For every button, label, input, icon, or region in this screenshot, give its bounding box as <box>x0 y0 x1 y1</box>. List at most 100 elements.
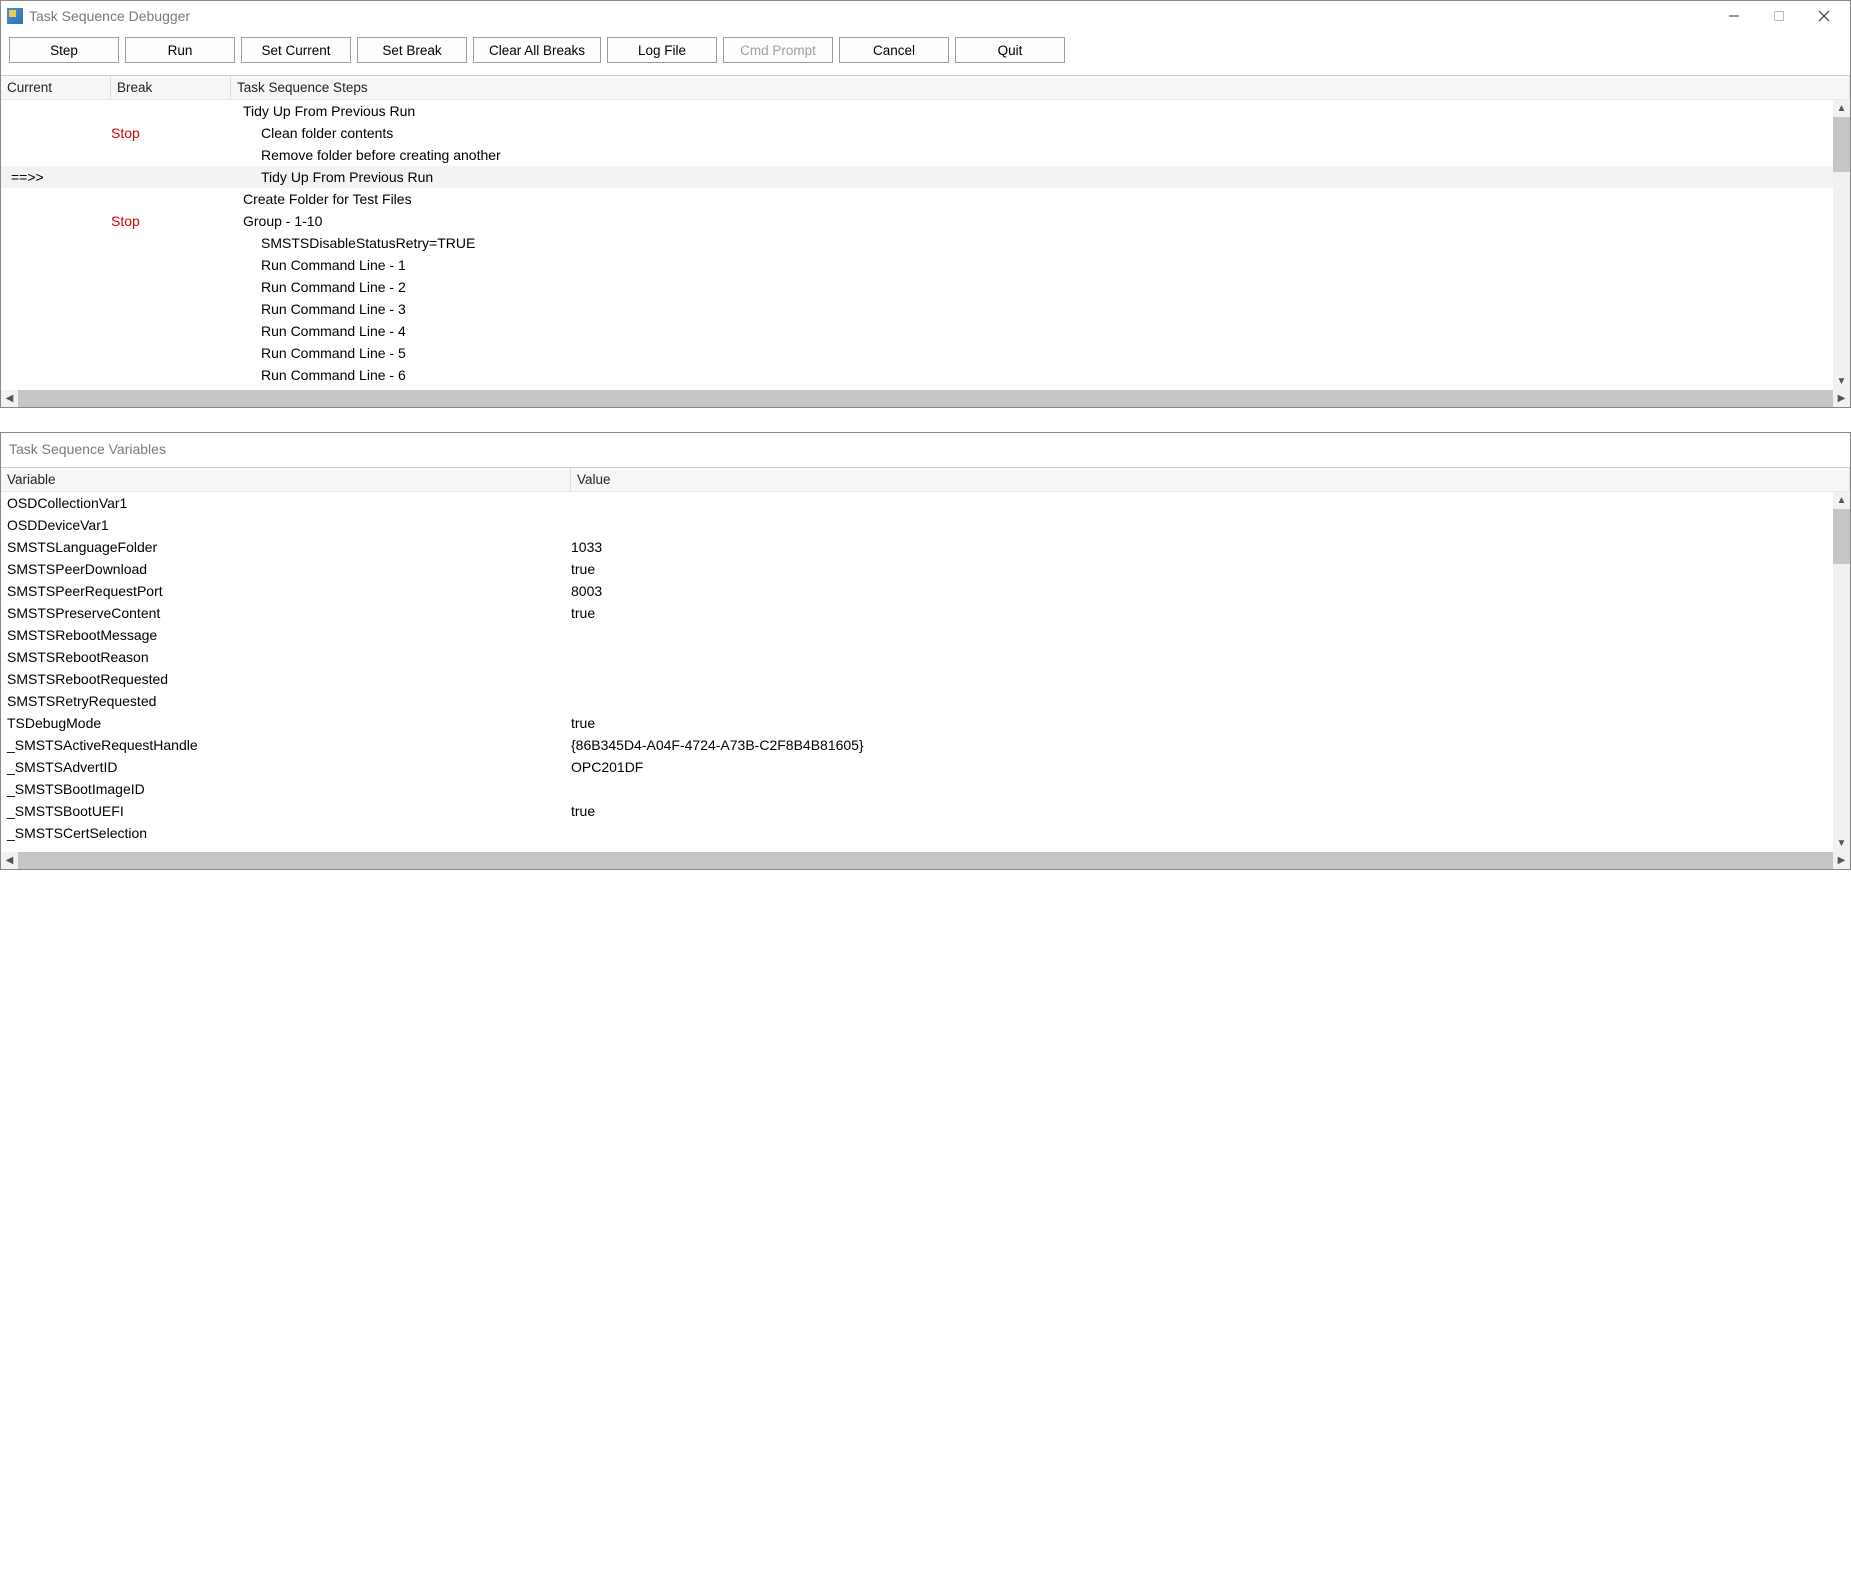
scroll-thumb-h[interactable] <box>18 852 1833 869</box>
scroll-up-icon[interactable]: ▲ <box>1833 492 1850 509</box>
scroll-left-icon[interactable]: ◀ <box>1 390 18 407</box>
variable-name: _SMSTSAdvertID <box>1 759 571 775</box>
variables-window: Task Sequence Variables Variable Value O… <box>0 432 1851 870</box>
step-text: Run Command Line - 6 <box>231 367 1850 383</box>
variable-row[interactable]: _SMSTSActiveRequestHandle{86B345D4-A04F-… <box>1 734 1850 756</box>
set-break-button[interactable]: Set Break <box>357 37 467 63</box>
variable-name: SMSTSPeerRequestPort <box>1 583 571 599</box>
variable-row[interactable]: SMSTSRebootMessage <box>1 624 1850 646</box>
step-text: Run Command Line - 4 <box>231 323 1850 339</box>
col-variable[interactable]: Variable <box>1 468 571 491</box>
variable-row[interactable]: TSDebugModetrue <box>1 712 1850 734</box>
variable-value: OPC201DF <box>571 759 1850 775</box>
steps-column-headers: Current Break Task Sequence Steps <box>1 76 1850 100</box>
variable-row[interactable]: SMSTSRebootReason <box>1 646 1850 668</box>
titlebar: Task Sequence Debugger <box>1 1 1850 31</box>
variable-row[interactable]: _SMSTSBootUEFItrue <box>1 800 1850 822</box>
variable-row[interactable]: _SMSTSBootImageID <box>1 778 1850 800</box>
vars-scrollbar-v[interactable]: ▲ ▼ <box>1833 492 1850 852</box>
scroll-thumb-v[interactable] <box>1833 509 1850 564</box>
step-row[interactable]: StopClean folder contents <box>1 122 1850 144</box>
variable-value: {86B345D4-A04F-4724-A73B-C2F8B4B81605} <box>571 737 1850 753</box>
step-text: Run Command Line - 3 <box>231 301 1850 317</box>
scroll-down-icon[interactable]: ▼ <box>1833 835 1850 852</box>
variable-row[interactable]: OSDCollectionVar1 <box>1 492 1850 514</box>
set-current-button[interactable]: Set Current <box>241 37 351 63</box>
vars-scrollbar-h[interactable]: ◀ ▶ <box>1 852 1850 869</box>
step-row[interactable]: Run Command Line - 4 <box>1 320 1850 342</box>
variable-name: OSDDeviceVar1 <box>1 517 571 533</box>
run-button[interactable]: Run <box>125 37 235 63</box>
step-row[interactable]: Run Command Line - 7 <box>1 386 1850 390</box>
step-button[interactable]: Step <box>9 37 119 63</box>
step-text: Create Folder for Test Files <box>231 191 1850 207</box>
step-break-marker: Stop <box>111 125 231 141</box>
step-row[interactable]: Tidy Up From Previous Run <box>1 100 1850 122</box>
variable-row[interactable]: _SMSTSCertSelection <box>1 822 1850 844</box>
step-text: Group - 1-10 <box>231 213 1850 229</box>
cancel-button[interactable]: Cancel <box>839 37 949 63</box>
clear-breaks-button[interactable]: Clear All Breaks <box>473 37 601 63</box>
step-row[interactable]: ==>>Tidy Up From Previous Run <box>1 166 1850 188</box>
steps-body[interactable]: Tidy Up From Previous RunStopClean folde… <box>1 100 1850 390</box>
col-value[interactable]: Value <box>571 468 1850 491</box>
steps-scrollbar-h[interactable]: ◀ ▶ <box>1 390 1850 407</box>
variable-row[interactable]: SMSTSPeerDownloadtrue <box>1 558 1850 580</box>
scroll-up-icon[interactable]: ▲ <box>1833 100 1850 117</box>
variable-row[interactable]: OSDDeviceVar1 <box>1 514 1850 536</box>
variable-name: _SMSTSBootUEFI <box>1 803 571 819</box>
step-row[interactable]: Run Command Line - 2 <box>1 276 1850 298</box>
minimize-icon <box>1728 10 1740 22</box>
variables-list: Variable Value OSDCollectionVar1 OSDDevic… <box>1 467 1850 869</box>
step-row[interactable]: Run Command Line - 5 <box>1 342 1850 364</box>
log-file-button[interactable]: Log File <box>607 37 717 63</box>
step-text: SMSTSDisableStatusRetry=TRUE <box>231 235 1850 251</box>
scroll-thumb-h[interactable] <box>18 390 1833 407</box>
variable-value: 1033 <box>571 539 1850 555</box>
step-row[interactable]: Create Folder for Test Files <box>1 188 1850 210</box>
maximize-button[interactable] <box>1756 1 1801 31</box>
steps-list: Current Break Task Sequence Steps Tidy U… <box>1 75 1850 407</box>
variable-name: SMSTSPeerDownload <box>1 561 571 577</box>
maximize-icon <box>1773 10 1785 22</box>
scroll-down-icon[interactable]: ▼ <box>1833 373 1850 390</box>
variable-name: OSDCollectionVar1 <box>1 495 571 511</box>
step-row[interactable]: Run Command Line - 1 <box>1 254 1850 276</box>
variable-value: true <box>571 561 1850 577</box>
variable-row[interactable]: _SMSTSAdvertIDOPC201DF <box>1 756 1850 778</box>
variable-row[interactable]: SMSTSRebootRequested <box>1 668 1850 690</box>
col-current[interactable]: Current <box>1 76 111 99</box>
variable-name: _SMSTSBootImageID <box>1 781 571 797</box>
variable-row[interactable]: SMSTSLanguageFolder1033 <box>1 536 1850 558</box>
col-steps[interactable]: Task Sequence Steps <box>231 76 1850 99</box>
step-text: Run Command Line - 5 <box>231 345 1850 361</box>
quit-button[interactable]: Quit <box>955 37 1065 63</box>
variable-name: TSDebugMode <box>1 715 571 731</box>
vars-body[interactable]: OSDCollectionVar1 OSDDeviceVar1 SMSTSLangu… <box>1 492 1850 852</box>
scroll-right-icon[interactable]: ▶ <box>1833 852 1850 869</box>
step-row[interactable]: SMSTSDisableStatusRetry=TRUE <box>1 232 1850 254</box>
scroll-left-icon[interactable]: ◀ <box>1 852 18 869</box>
scroll-thumb-v[interactable] <box>1833 117 1850 172</box>
step-text: Run Command Line - 2 <box>231 279 1850 295</box>
variable-name: SMSTSPreserveContent <box>1 605 571 621</box>
scroll-track-v[interactable] <box>1833 564 1850 835</box>
cmd-prompt-button[interactable]: Cmd Prompt <box>723 37 833 63</box>
step-row[interactable]: Run Command Line - 6 <box>1 364 1850 386</box>
window-controls <box>1711 1 1846 31</box>
step-row[interactable]: Run Command Line - 3 <box>1 298 1850 320</box>
minimize-button[interactable] <box>1711 1 1756 31</box>
close-button[interactable] <box>1801 1 1846 31</box>
step-text: Run Command Line - 7 <box>231 389 1850 390</box>
col-break[interactable]: Break <box>111 76 231 99</box>
variable-row[interactable]: SMSTSRetryRequested <box>1 690 1850 712</box>
step-row[interactable]: Remove folder before creating another <box>1 144 1850 166</box>
scroll-track-v[interactable] <box>1833 172 1850 373</box>
steps-scrollbar-v[interactable]: ▲ ▼ <box>1833 100 1850 390</box>
variable-row[interactable]: SMSTSPreserveContenttrue <box>1 602 1850 624</box>
scroll-right-icon[interactable]: ▶ <box>1833 390 1850 407</box>
variable-row[interactable]: SMSTSPeerRequestPort8003 <box>1 580 1850 602</box>
step-row[interactable]: StopGroup - 1-10 <box>1 210 1850 232</box>
variable-name: SMSTSLanguageFolder <box>1 539 571 555</box>
close-icon <box>1818 10 1830 22</box>
